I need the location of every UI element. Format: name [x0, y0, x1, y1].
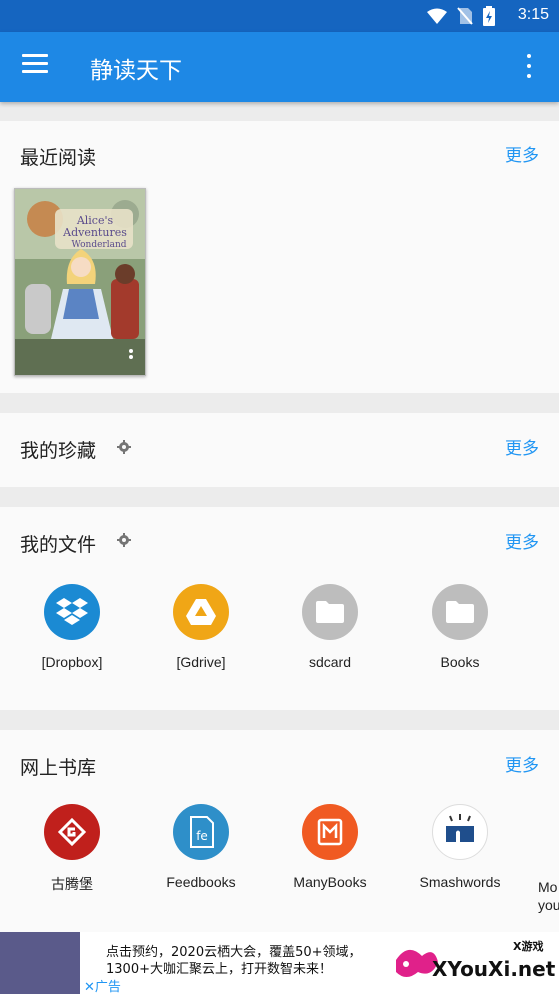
menu-icon[interactable] — [22, 54, 48, 76]
file-source-label: [Gdrive] — [176, 654, 226, 670]
favorites-card: 我的珍藏 更多 — [0, 413, 559, 487]
gear-icon[interactable] — [117, 440, 131, 454]
recent-more-link[interactable]: 更多 — [505, 141, 539, 166]
wifi-icon — [427, 8, 447, 24]
ad-label[interactable]: ✕广告 — [84, 976, 121, 994]
library-label: ManyBooks — [293, 874, 367, 890]
dropbox-icon — [44, 584, 100, 640]
library-label-line2: you — [538, 897, 559, 913]
google-drive-icon — [173, 584, 229, 640]
file-source-books[interactable]: Books — [400, 584, 520, 670]
file-source-dropbox[interactable]: [Dropbox] — [12, 584, 132, 670]
app-title: 静读天下 — [90, 58, 182, 84]
file-source-gdrive[interactable]: [Gdrive] — [141, 584, 261, 670]
recent-reading-card: 最近阅读 更多 Alice's Adventures Wonderland — [0, 121, 559, 393]
ad-brand-small: X游戏 — [513, 939, 543, 953]
cover-title-line3: Wonderland — [71, 240, 126, 250]
ad-banner[interactable]: 点击预约，2020云栖大会，覆盖50+领域， 1300+大咖汇聚云上，打开数智未… — [0, 932, 559, 994]
online-library-title: 网上书库 — [20, 757, 97, 779]
folder-icon — [302, 584, 358, 640]
library-smashwords[interactable]: Smashwords — [400, 804, 520, 890]
library-gutenberg[interactable]: 古腾堡 — [12, 804, 132, 894]
file-source-label: [Dropbox] — [41, 654, 103, 670]
library-more-partial[interactable]: Mo you — [538, 878, 559, 914]
ad-label-text: 广告 — [94, 980, 121, 994]
no-sim-icon — [457, 7, 473, 25]
ad-text: 点击预约，2020云栖大会，覆盖50+领域， 1300+大咖汇聚云上，打开数智未… — [106, 944, 362, 978]
online-library-card: 网上书库 更多 古腾堡 fe Feedbooks ManyBooks Smash… — [0, 730, 559, 932]
status-icons — [427, 6, 495, 26]
online-library-more-link[interactable]: 更多 — [505, 751, 539, 776]
status-time: 3:15 — [517, 6, 549, 23]
folder-icon — [432, 584, 488, 640]
status-bar: 3:15 — [0, 0, 559, 32]
battery-icon — [483, 6, 495, 26]
app-bar: 静读天下 — [0, 32, 559, 102]
feedbooks-icon: fe — [173, 804, 229, 860]
close-icon[interactable]: ✕ — [84, 980, 95, 994]
book-cover-illustration: Alice's Adventures Wonderland — [15, 189, 145, 375]
file-source-label: sdcard — [308, 654, 352, 670]
favorites-more-link[interactable]: 更多 — [505, 434, 539, 459]
overflow-menu-icon[interactable] — [519, 54, 539, 78]
smashwords-icon — [432, 804, 488, 860]
library-label: Feedbooks — [166, 874, 236, 890]
ad-text-line2: 1300+大咖汇聚云上，打开数智未来！ — [106, 962, 332, 977]
favorites-title: 我的珍藏 — [20, 440, 97, 462]
library-label: 古腾堡 — [51, 876, 93, 892]
library-label: Mo — [538, 879, 558, 895]
file-source-label: Books — [440, 654, 480, 670]
my-files-title: 我的文件 — [20, 534, 97, 556]
svg-text:fe: fe — [196, 829, 208, 843]
ad-text-line1: 点击预约，2020云栖大会，覆盖50+领域， — [106, 945, 362, 960]
library-manybooks[interactable]: ManyBooks — [270, 804, 390, 890]
ad-brand-logo: X游戏 XYouXi.net — [388, 932, 559, 994]
book-cover-alice[interactable]: Alice's Adventures Wonderland — [14, 188, 146, 376]
recent-reading-title: 最近阅读 — [20, 147, 97, 169]
cover-title-line2: Adventures — [62, 226, 127, 239]
gear-icon[interactable] — [117, 533, 131, 547]
file-source-sdcard[interactable]: sdcard — [270, 584, 390, 670]
library-feedbooks[interactable]: fe Feedbooks — [141, 804, 261, 890]
manybooks-icon — [302, 804, 358, 860]
my-files-card: 我的文件 更多 [Dropbox] [Gdrive] sdcard Books — [0, 507, 559, 710]
library-label: Smashwords — [419, 874, 501, 890]
ad-brand-text: XYouXi.net — [432, 957, 556, 981]
gutenberg-icon — [44, 804, 100, 860]
my-files-more-link[interactable]: 更多 — [505, 528, 539, 553]
